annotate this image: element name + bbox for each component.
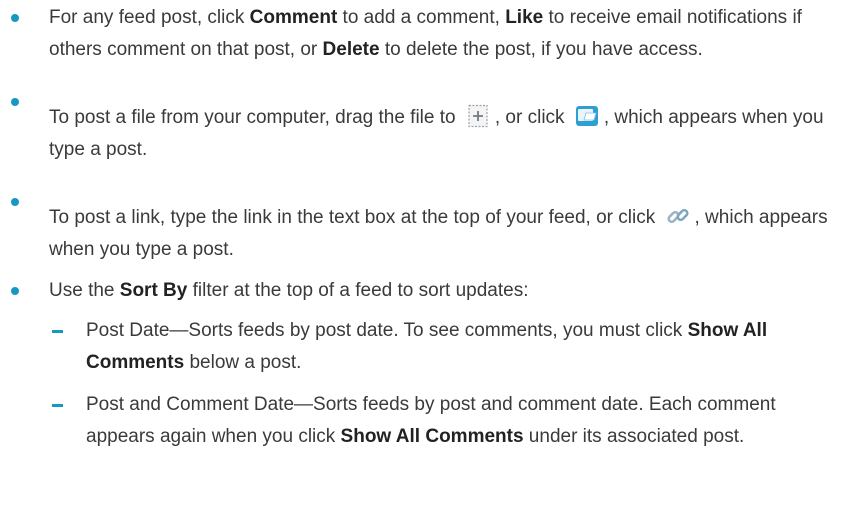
sort-options-list: Post Date—Sorts feeds by post date. To s… <box>49 315 834 453</box>
bullet-marker <box>11 14 19 22</box>
list-item-post-file: To post a file from your computer, drag … <box>0 98 846 166</box>
bullet-marker <box>11 198 19 206</box>
text-segment: To post a file from your computer, drag … <box>49 107 461 128</box>
bullet-marker <box>11 287 19 295</box>
link-icon[interactable] <box>665 203 691 229</box>
text-segment: to add a comment, <box>337 7 506 28</box>
delete-keyword: Delete <box>322 39 380 60</box>
text-segment: , or click <box>494 107 570 128</box>
list-item-comment-like-delete: For any feed post, click Comment to add … <box>0 2 846 66</box>
text-segment: Use the <box>49 280 120 301</box>
sub-item-post-date: Post Date—Sorts feeds by post date. To s… <box>49 315 834 379</box>
instruction-list: For any feed post, click Comment to add … <box>0 2 846 463</box>
like-keyword: Like <box>505 7 544 28</box>
dash-marker <box>52 404 63 407</box>
bullet-marker <box>11 98 19 106</box>
text-segment: filter at the top of a feed to sort upda… <box>187 280 529 301</box>
list-item-post-link: To post a link, type the link in the tex… <box>0 198 846 266</box>
text-segment: Post Date—Sorts feeds by post date. To s… <box>86 320 688 341</box>
text-segment: To post a link, type the link in the tex… <box>49 207 661 228</box>
sort-by-keyword: Sort By <box>119 280 188 301</box>
comment-keyword: Comment <box>249 7 338 28</box>
dash-marker <box>52 330 63 333</box>
file-upload-icon[interactable] <box>574 103 600 129</box>
text-segment: For any feed post, click <box>49 7 250 28</box>
file-drop-zone-icon <box>465 103 491 129</box>
text-segment: below a post. <box>184 352 302 373</box>
sub-item-post-and-comment-date: Post and Comment Date—Sorts feeds by pos… <box>49 389 834 453</box>
list-item-sort-by: Use the Sort By filter at the top of a f… <box>0 275 846 453</box>
text-segment: to delete the post, if you have access. <box>379 39 703 60</box>
text-segment: under its associated post. <box>523 426 745 447</box>
show-all-comments-keyword: Show All Comments <box>340 426 524 447</box>
